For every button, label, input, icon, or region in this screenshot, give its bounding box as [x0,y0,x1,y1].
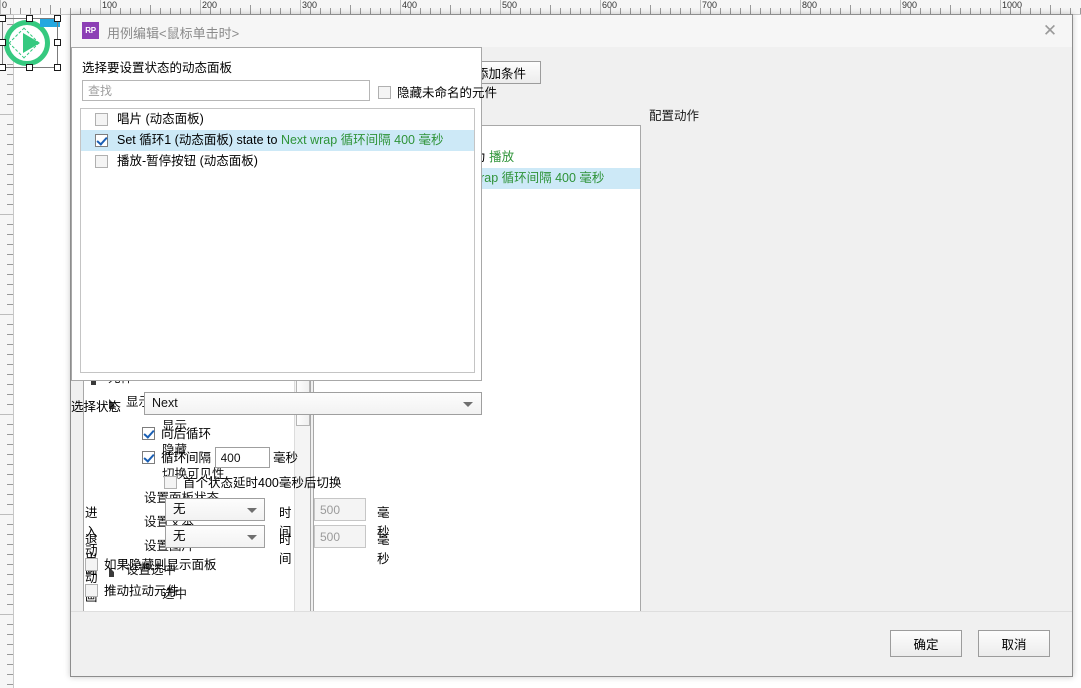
backward-loop-checkbox[interactable]: 向后循环 [142,423,211,442]
checkbox-icon [85,584,98,598]
push-pull-widgets-checkbox[interactable]: 推动拉动元件 [85,580,179,599]
checkbox-checked-icon [142,427,155,441]
checkbox-icon[interactable] [95,155,108,168]
dialog-footer: 确定 取消 [71,611,1072,676]
loop-interval-unit: 毫秒 [272,451,298,465]
dialog-titlebar[interactable]: RP 用例编辑<鼠标单击时> ✕ [71,15,1072,48]
resize-handle-s[interactable] [26,64,33,71]
resize-handle-ne[interactable] [54,15,61,22]
organize-action-text: 播放 [489,150,515,164]
selection-box [2,18,58,68]
checkbox-icon [378,86,391,100]
search-input[interactable] [82,80,370,101]
resize-handle-nw[interactable] [0,15,6,22]
resize-handle-n[interactable] [26,15,33,22]
ok-button[interactable]: 确定 [890,630,962,657]
loop-interval-input[interactable] [214,447,270,469]
dialog-body: 用例名称 添加条件 添加动作 组织动作 配置动作 链接打开链接当前窗口新窗口/新… [71,47,1072,644]
ruler-label: 800 [802,0,818,10]
state-label: 选择状态 [71,400,122,414]
loop-interval-label: 循环间隔 [161,451,212,465]
cancel-button[interactable]: 取消 [978,630,1050,657]
resize-handle-sw[interactable] [0,64,6,71]
configure-action-header: 配置动作 [649,109,700,123]
panel-selector-title: 选择要设置状态的动态面板 [82,61,233,75]
dynamic-panel-list-item[interactable]: 唱片 (动态面板) [81,109,474,130]
resize-handle-se[interactable] [54,64,61,71]
entry-time-input[interactable] [314,498,366,521]
entry-animation-value: 无 [173,502,186,516]
hide-unnamed-checkbox[interactable]: 隐藏未命名的元件 [378,82,497,101]
resize-handle-w[interactable] [0,39,6,46]
chevron-down-icon [463,402,473,407]
close-icon[interactable]: ✕ [1028,15,1072,46]
exit-animation-dropdown[interactable]: 无 [165,525,265,548]
state-value: Next [152,396,178,410]
ruler-label: 900 [902,0,918,10]
dynamic-panel-item-text: 唱片 (动态面板) [117,112,204,126]
ruler-label: 500 [502,0,518,10]
show-panel-if-hidden-label: 如果隐藏则显示面板 [104,558,217,572]
use-case-editor-dialog: RP 用例编辑<鼠标单击时> ✕ 用例名称 添加条件 添加动作 组织动作 配置动… [70,14,1073,677]
ruler-label: 200 [202,0,218,10]
exit-animation-value: 无 [173,529,186,543]
dynamic-panel-list-item[interactable]: 播放-暂停按钮 (动态面板) [81,151,474,172]
ruler-label: 600 [602,0,618,10]
chevron-down-icon [247,535,257,540]
panel-selector-box: 选择要设置状态的动态面板 隐藏未命名的元件 唱片 (动态面板) Set 循环1 (… [71,47,497,381]
chevron-down-icon [247,508,257,513]
dialog-title: 用例编辑<鼠标单击时> [107,26,240,41]
entry-animation-dropdown[interactable]: 无 [165,498,265,521]
axure-rp-logo-icon: RP [82,22,99,39]
ruler-label: 100 [102,0,118,10]
dynamic-panel-item-text: Set 循环1 (动态面板) state to [117,133,281,147]
dynamic-panel-item-text: Next wrap 循环间隔 400 毫秒 [280,133,444,147]
ruler-label: 700 [702,0,718,10]
horizontal-ruler: 0 100 200 300 400 500 600 700 800 900 1000 [0,0,1081,15]
ruler-label: 0 [2,0,8,10]
dynamic-panel-item-text: 播放-暂停按钮 (动态面板) [117,154,258,168]
exit-time-input[interactable] [314,525,366,548]
state-select-row: 选择状态 Next [71,392,482,416]
selected-widget[interactable] [0,15,61,71]
checkbox-icon [85,558,98,572]
hide-unnamed-label: 隐藏未命名的元件 [397,86,498,100]
checkbox-icon[interactable] [95,113,108,126]
show-panel-if-hidden-checkbox[interactable]: 如果隐藏则显示面板 [85,554,217,573]
exit-time-label: 时间 [279,533,292,566]
dynamic-panel-list[interactable]: 唱片 (动态面板) Set 循环1 (动态面板) state to Next wr… [80,108,475,373]
loop-interval-row[interactable]: 循环间隔 毫秒 [142,447,298,469]
first-state-delay-checkbox[interactable]: 首个状态延时400毫秒后切换 [164,472,341,491]
resize-handle-e[interactable] [54,39,61,46]
backward-loop-label: 向后循环 [161,427,212,441]
first-state-delay-label: 首个状态延时400毫秒后切换 [183,476,342,490]
checkbox-checked-icon [142,451,155,465]
state-dropdown[interactable]: Next [144,392,482,415]
checkbox-icon [164,476,177,490]
ruler-label: 300 [302,0,318,10]
checkbox-checked-icon[interactable] [95,134,108,147]
dynamic-panel-list-item[interactable]: Set 循环1 (动态面板) state to Next wrap 循环间隔 4… [81,130,474,151]
ruler-label: 400 [402,0,418,10]
push-pull-widgets-label: 推动拉动元件 [104,584,180,598]
exit-time-unit: 毫秒 [377,533,390,566]
vertical-ruler [0,14,14,688]
ruler-label: 1000 [1002,0,1023,10]
